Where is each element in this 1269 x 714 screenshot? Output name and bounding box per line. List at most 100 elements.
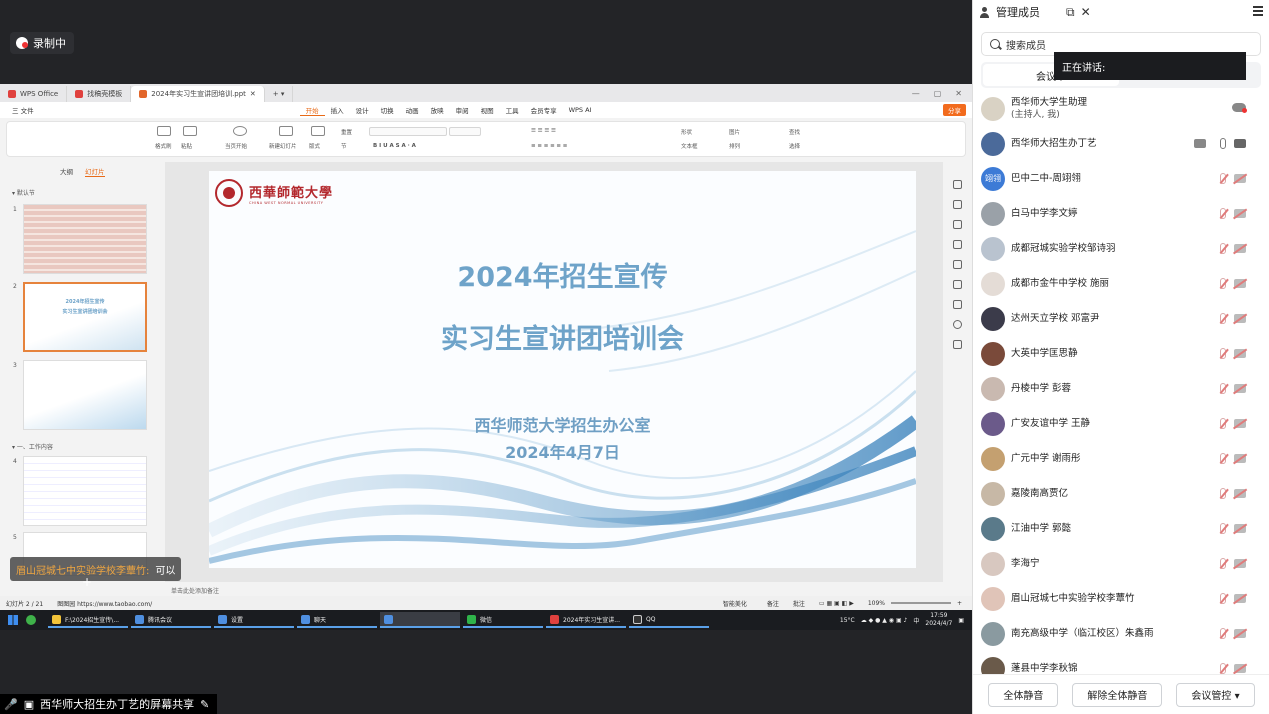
camera-off-icon[interactable] — [1234, 174, 1246, 183]
member-row[interactable]: 成都市金牛中学校 施丽 — [973, 266, 1269, 301]
camera-off-icon[interactable] — [1234, 524, 1246, 533]
help-icon[interactable] — [953, 320, 962, 329]
avatar[interactable] — [981, 621, 1005, 646]
paste-icon[interactable] — [183, 126, 197, 136]
clock[interactable]: 17:59 2024/4/7 — [925, 612, 952, 628]
tool-icon[interactable] — [953, 220, 962, 229]
tab-outline[interactable]: 大纲 — [60, 166, 73, 177]
share-button[interactable]: 分享 — [943, 104, 966, 116]
new-slide-icon[interactable] — [279, 126, 293, 136]
tool-icon[interactable] — [953, 240, 962, 249]
tab-template[interactable]: 找稿壳模板 — [67, 86, 132, 102]
slide-thumbnail[interactable] — [23, 456, 147, 526]
picture-label[interactable]: 图片 — [729, 128, 740, 136]
taskbar-item[interactable]: 聊天 — [297, 612, 377, 628]
member-row[interactable]: 大英中学匡思静 — [973, 336, 1269, 371]
taskbar-item[interactable]: 腾讯会议 — [131, 612, 211, 628]
camera-icon[interactable] — [1234, 139, 1246, 148]
screen-share-icon[interactable] — [1194, 139, 1206, 148]
smart-beautify[interactable]: 智能美化 — [723, 599, 747, 608]
tray-icons[interactable]: ☁ ◆ ● ▲ ◉ ▣ ♪ — [861, 617, 908, 624]
avatar[interactable] — [981, 516, 1005, 541]
menu-design[interactable]: 设计 — [350, 105, 375, 115]
section-work[interactable]: ▾ 一、工作内容 — [12, 442, 53, 451]
mic-muted-icon[interactable] — [1220, 383, 1226, 394]
avatar[interactable]: 翊翎 — [981, 166, 1005, 191]
taskbar-item[interactable] — [380, 612, 460, 628]
avatar[interactable] — [981, 96, 1005, 121]
taskbar-item[interactable]: 微信 — [463, 612, 543, 628]
new-tab-button[interactable]: + ▾ — [265, 86, 294, 102]
camera-off-icon[interactable] — [1234, 279, 1246, 288]
taskbar-item[interactable]: F:\2024招生宣传\... — [48, 612, 128, 628]
slide-thumbnail-selected[interactable]: 2024年招生宣传 实习生宣讲团培训会 — [23, 282, 147, 352]
mic-muted-icon[interactable] — [1220, 663, 1226, 674]
ime-indicator[interactable]: 中 — [913, 616, 919, 625]
mic-muted-icon[interactable] — [1220, 243, 1226, 254]
camera-off-icon[interactable] — [1234, 454, 1246, 463]
close-tab-icon[interactable]: ✕ — [250, 90, 256, 98]
tool-icon[interactable] — [953, 340, 962, 349]
notes-area[interactable]: 单击此处添加备注 — [165, 582, 943, 596]
tool-icon[interactable] — [953, 200, 962, 209]
close-panel-icon[interactable]: ✕ — [1081, 5, 1091, 19]
align-icons[interactable]: ≡ ≡ ≡ ≡ ≡ ≡ — [531, 143, 567, 149]
font-family-select[interactable] — [369, 127, 447, 136]
pencil-icon[interactable]: ✎ — [200, 698, 209, 711]
avatar[interactable] — [981, 586, 1005, 611]
mic-muted-icon[interactable] — [1220, 593, 1226, 604]
tab-wps-office[interactable]: WPS Office — [0, 86, 68, 102]
mic-muted-icon[interactable] — [1220, 418, 1226, 429]
slide-thumbnail[interactable] — [23, 204, 147, 274]
textbox-label[interactable]: 文本框 — [681, 142, 698, 150]
section-label[interactable]: 节 — [341, 142, 347, 150]
menu-animation[interactable]: 动画 — [400, 105, 425, 115]
taskbar-item[interactable]: 2024年实习生宣讲... — [546, 612, 626, 628]
mic-muted-icon[interactable] — [1220, 523, 1226, 534]
member-row[interactable]: 蓬县中学李秋锦 — [973, 651, 1269, 674]
shape-label[interactable]: 形状 — [681, 128, 692, 136]
avatar[interactable] — [981, 481, 1005, 506]
member-row[interactable]: 丹棱中学 彭蓉 — [973, 371, 1269, 406]
menu-insert[interactable]: 插入 — [325, 105, 350, 115]
weather-temp[interactable]: 15°C — [840, 617, 855, 624]
notification-icon[interactable]: ▣ — [958, 617, 964, 624]
avatar[interactable] — [981, 306, 1005, 331]
menu-slideshow[interactable]: 放映 — [425, 105, 450, 115]
current-slide[interactable]: 西華師範大學 CHINA WEST NORMAL UNIVERSITY 2024… — [209, 171, 916, 568]
format-painter-icon[interactable] — [157, 126, 171, 136]
menu-home[interactable]: 开始 — [299, 105, 325, 116]
avatar[interactable] — [981, 236, 1005, 261]
avatar[interactable] — [981, 446, 1005, 471]
reset-label[interactable]: 重置 — [341, 128, 352, 136]
avatar[interactable] — [981, 411, 1005, 436]
layout-icon[interactable] — [311, 126, 325, 136]
comment-toggle[interactable]: 批注 — [793, 599, 805, 608]
member-row[interactable]: 翊翎 巴中二中-周翊翎 — [973, 161, 1269, 196]
member-row[interactable]: 李海宁 — [973, 546, 1269, 581]
tab-slides[interactable]: 幻灯片 — [85, 166, 105, 177]
play-from-current-icon[interactable] — [233, 126, 247, 136]
theme-name[interactable]: 图图园 https://www.taobao.com/ — [57, 599, 152, 608]
menu-wps-ai[interactable]: WPS AI — [563, 106, 598, 114]
taskbar-item[interactable]: QQ — [629, 612, 709, 628]
unmute-all-button[interactable]: 解除全体静音 — [1072, 682, 1163, 707]
mic-muted-icon[interactable] — [1220, 278, 1226, 289]
find-label[interactable]: 查找 — [789, 128, 800, 136]
tool-icon[interactable] — [953, 300, 962, 309]
avatar[interactable] — [981, 551, 1005, 576]
avatar[interactable] — [981, 656, 1005, 674]
tab-presentation[interactable]: 2024年实习生宣讲团培训.ppt ✕ — [131, 86, 265, 102]
notes-toggle[interactable]: 备注 — [767, 599, 779, 608]
member-row[interactable]: 西华师大招生办丁艺 — [973, 126, 1269, 161]
camera-off-icon[interactable] — [1234, 419, 1246, 428]
member-row[interactable]: 南充高级中学（临江校区）朱鑫雨 — [973, 616, 1269, 651]
camera-off-icon[interactable] — [1234, 314, 1246, 323]
member-row[interactable]: 成都冠城实验学校邹诗羽 — [973, 231, 1269, 266]
tool-icon[interactable] — [953, 280, 962, 289]
menu-review[interactable]: 审阅 — [450, 105, 475, 115]
menu-icon[interactable] — [1253, 6, 1263, 16]
menu-view[interactable]: 视图 — [475, 105, 500, 115]
camera-off-icon[interactable] — [1234, 629, 1246, 638]
mic-muted-icon[interactable] — [1220, 628, 1226, 639]
